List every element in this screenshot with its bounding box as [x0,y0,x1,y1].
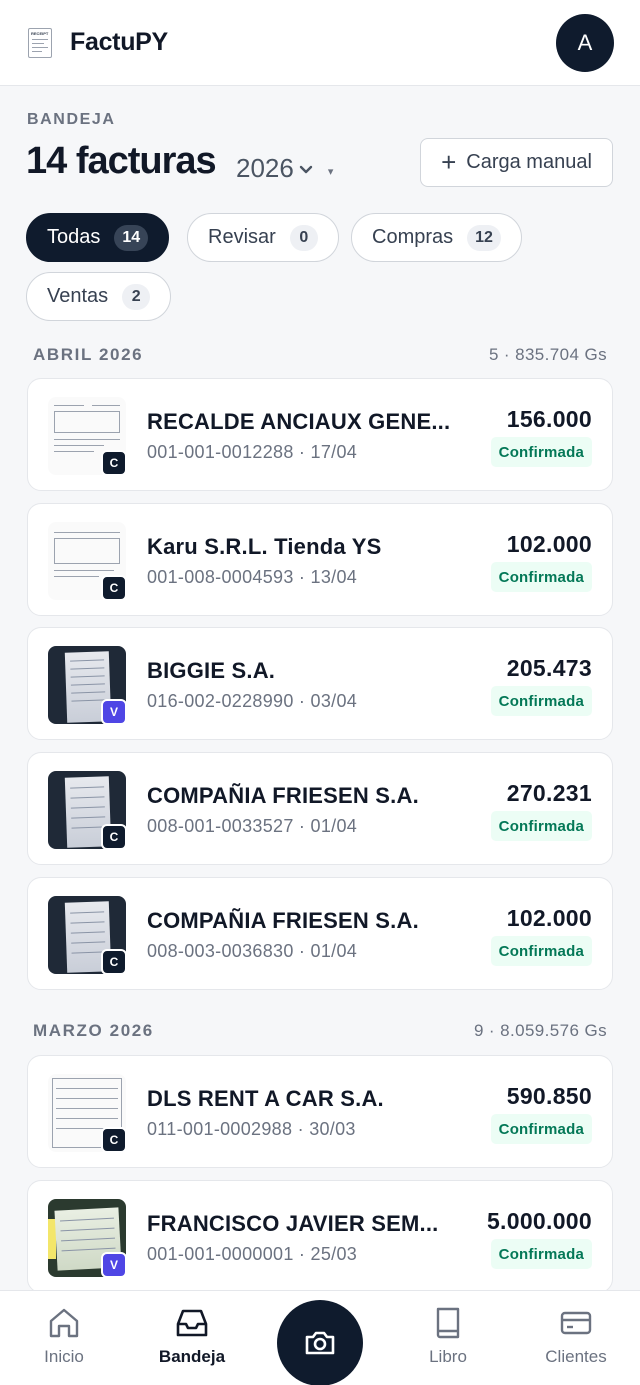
month-name: ABRIL 2026 [33,345,144,364]
month-header: ABRIL 2026 5 · 835.704 Gs [33,345,607,365]
nav-item-inicio[interactable]: Inicio [14,1305,114,1367]
filter-count: 14 [114,224,149,251]
invoice-card[interactable]: C DLS RENT A CAR S.A. 011-001-0002988 · … [27,1055,613,1168]
invoice-meta: 001-008-0004593 · 13/04 [147,567,358,587]
invoice-meta: 008-001-0033527 · 01/04 [147,816,358,836]
avatar[interactable]: A [556,13,614,72]
month-summary: 5 · 835.704 Gs [488,345,607,364]
month-summary: 9 · 8.059.576 Gs [473,1021,607,1040]
invoice-amount: 590.850 [506,1083,592,1109]
invoice-card[interactable]: V FRANCISCO JAVIER SEM... 001-001-000000… [27,1180,613,1293]
nav-label: Inicio [44,1347,84,1366]
status-badge: Confirmada [490,811,592,841]
manual-upload-button[interactable]: + Carga manual [420,138,613,187]
invoice-meta: 001-001-0012288 · 17/04 [147,442,358,462]
month-name: MARZO 2026 [33,1021,154,1040]
purchase-type-badge: C [101,824,127,850]
dropdown-arrow-icon: ▾ [327,166,334,178]
invoice-vendor: RECALDE ANCIAUX GENE... [147,409,451,434]
nav-label: Libro [429,1347,467,1366]
filter-chip-ventas[interactable]: Ventas 2 [26,272,172,321]
brand[interactable]: RECEIPT FactuPY [28,27,168,58]
card-icon [560,1311,592,1335]
camera-capture-button[interactable] [277,1300,363,1385]
invoice-card[interactable]: C COMPAÑIA FRIESEN S.A. 008-001-0033527 … [27,752,613,865]
filter-chip-revisar[interactable]: Revisar 0 [187,213,339,262]
sale-type-badge: V [101,699,127,725]
page-title: 14 facturas [26,140,217,182]
status-badge: Confirmada [490,936,592,966]
app-header: RECEIPT FactuPY A [0,0,640,86]
sale-type-badge: V [101,1252,127,1278]
invoice-vendor: Karu S.R.L. Tienda YS [147,534,382,559]
book-icon [436,1307,460,1339]
invoice-amount: 205.473 [506,655,592,681]
nav-item-libro[interactable]: Libro [398,1305,498,1367]
month-header: MARZO 2026 9 · 8.059.576 Gs [33,1021,607,1041]
receipt-logo-icon: RECEIPT [28,27,52,58]
app-name: FactuPY [70,28,168,56]
filter-count: 2 [122,283,151,310]
invoice-card[interactable]: C Karu S.R.L. Tienda YS 001-008-0004593 … [27,503,613,616]
status-badge: Confirmada [490,437,592,467]
invoice-amount: 5.000.000 [486,1208,592,1234]
chevron-down-icon [299,165,313,173]
filter-label: Todas [47,226,101,248]
invoice-vendor: DLS RENT A CAR S.A. [147,1086,384,1111]
invoice-card[interactable]: C RECALDE ANCIAUX GENE... 001-001-001228… [27,378,613,491]
invoice-amount: 270.231 [506,780,592,806]
nav-item-clientes[interactable]: Clientes [526,1305,626,1367]
nav-label: Clientes [545,1347,607,1366]
filter-label: Compras [372,226,454,248]
filter-count: 0 [289,224,318,251]
year-value: 2026 [236,153,294,183]
purchase-type-badge: C [101,1127,127,1153]
status-badge: Confirmada [490,1114,592,1144]
invoice-amount: 102.000 [506,531,592,557]
plus-icon: + [441,146,457,177]
filter-count: 12 [467,224,501,251]
camera-icon [305,1331,335,1355]
manual-upload-label: Carga manual [466,151,592,173]
nav-label: Bandeja [158,1347,226,1366]
status-badge: Confirmada [490,1239,592,1269]
invoice-vendor: COMPAÑIA FRIESEN S.A. [147,783,419,808]
filter-label: Ventas [47,285,109,307]
invoice-meta: 001-001-0000001 · 25/03 [147,1244,358,1264]
filter-label: Revisar [208,226,276,248]
invoice-vendor: FRANCISCO JAVIER SEM... [147,1211,439,1236]
invoice-amount: 156.000 [506,406,592,432]
invoice-meta: 008-003-0036830 · 01/04 [147,941,358,961]
year-select[interactable]: 2026 ▾ [236,153,333,184]
nav-item-bandeja[interactable]: Bandeja [142,1305,242,1367]
invoice-meta: 016-002-0228990 · 03/04 [147,691,358,711]
invoice-vendor: COMPAÑIA FRIESEN S.A. [147,908,419,933]
status-badge: Confirmada [490,562,592,592]
bottom-nav: Inicio Bandeja Libro Clientes [0,1290,640,1385]
inbox-icon [176,1309,208,1337]
filter-chip-todas[interactable]: Todas 14 [26,213,170,262]
home-icon [49,1308,79,1338]
invoice-card[interactable]: V BIGGIE S.A. 016-002-0228990 · 03/04 20… [27,627,613,740]
purchase-type-badge: C [101,949,127,975]
purchase-type-badge: C [101,575,127,601]
purchase-type-badge: C [101,450,127,476]
section-eyebrow: BANDEJA [27,111,116,128]
invoice-card[interactable]: C COMPAÑIA FRIESEN S.A. 008-003-0036830 … [27,877,613,990]
invoice-meta: 011-001-0002988 · 30/03 [147,1119,356,1139]
filter-chip-compras[interactable]: Compras 12 [351,213,522,262]
invoice-amount: 102.000 [506,905,592,931]
status-badge: Confirmada [490,686,592,716]
invoice-vendor: BIGGIE S.A. [147,658,276,683]
